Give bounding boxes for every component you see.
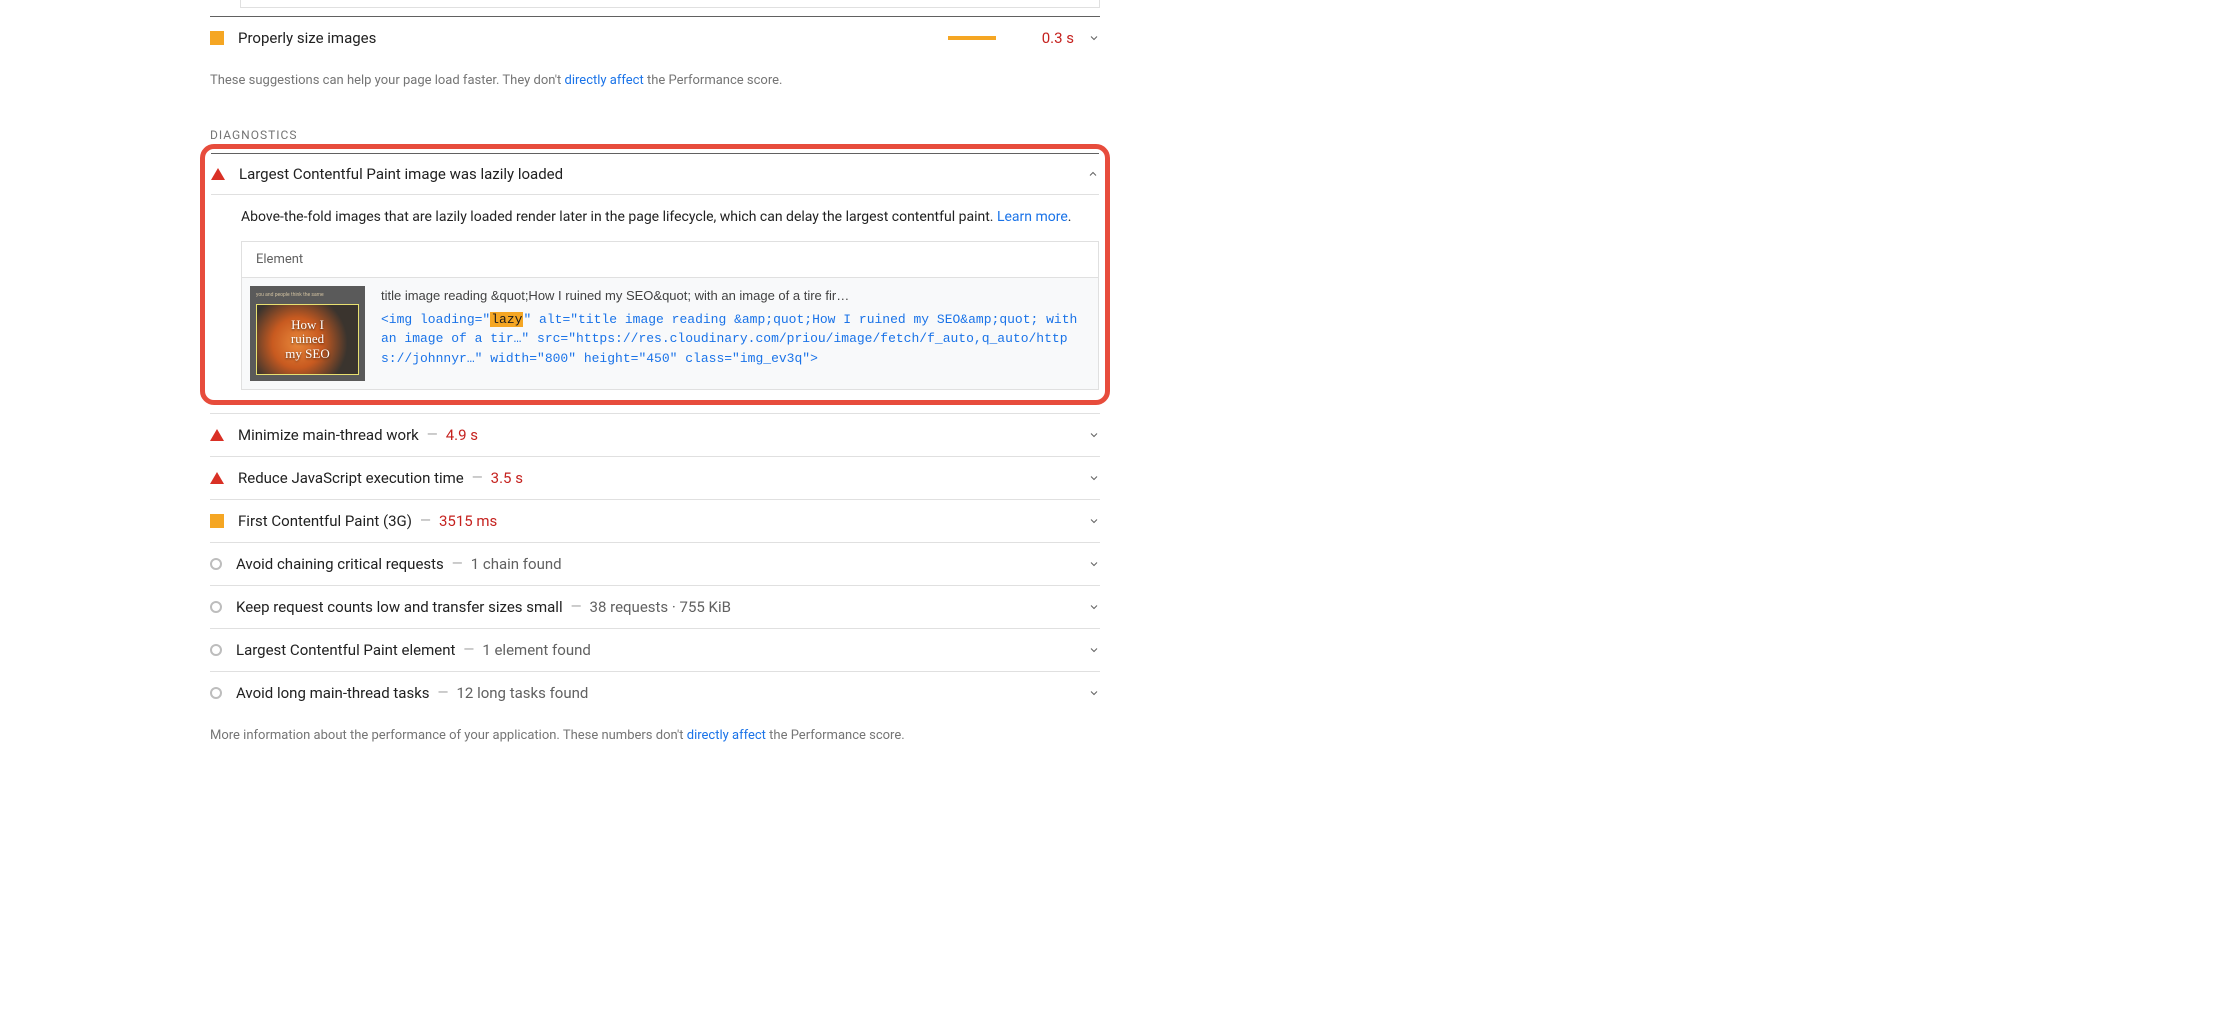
highlighted-audit-box: Largest Contentful Paint image was lazil…: [200, 144, 1110, 405]
metric-separator: —: [452, 556, 463, 572]
diagnostic-avoid-chaining-critical-requests[interactable]: Avoid chaining critical requests — 1 chain…: [210, 542, 1100, 585]
directly-affect-link-2[interactable]: directly affect: [687, 728, 766, 743]
circle-info-icon: [210, 601, 222, 613]
diagnostic-first-contentful-paint-3g[interactable]: First Contentful Paint (3G) — 3515 ms: [210, 499, 1100, 542]
triangle-error-icon: [210, 472, 224, 484]
chevron-down-icon: [1088, 32, 1100, 44]
diagnostic-title: Avoid chaining critical requests: [236, 555, 444, 573]
circle-info-icon: [210, 558, 222, 570]
chevron-down-icon: [1088, 429, 1100, 441]
element-column-header: Element: [242, 242, 1098, 278]
chevron-down-icon: [1088, 687, 1100, 699]
metric-separator: —: [472, 470, 483, 486]
opportunity-bar: [948, 36, 1028, 40]
chevron-down-icon: [1088, 558, 1100, 570]
metric-separator: —: [438, 685, 449, 701]
diagnostic-title: Reduce JavaScript execution time: [238, 469, 464, 487]
metric-separator: —: [571, 599, 582, 615]
directly-affect-link[interactable]: directly affect: [565, 73, 644, 88]
diagnostic-avoid-long-main-thread-tasks[interactable]: Avoid long main-thread tasks — 12 long tas…: [210, 671, 1100, 714]
square-warning-icon: [210, 31, 224, 45]
circle-info-icon: [210, 644, 222, 656]
snippet-alt-text: title image reading &quot;How I ruined m…: [381, 286, 1090, 306]
opportunity-properly-size-images[interactable]: Properly size images 0.3 s: [210, 16, 1100, 59]
metric-separator: —: [420, 513, 431, 529]
diagnostic-metric: 3.5 s: [491, 469, 523, 487]
triangle-error-icon: [211, 168, 225, 180]
diagnostic-title: Largest Contentful Paint image was lazil…: [239, 165, 563, 183]
opportunity-value: 0.3 s: [1042, 29, 1074, 47]
circle-info-icon: [210, 687, 222, 699]
chevron-down-icon: [1088, 472, 1100, 484]
element-snippet: title image reading &quot;How I ruined m…: [381, 286, 1090, 381]
diagnostic-largest-contentful-paint-element[interactable]: Largest Contentful Paint element — 1 eleme…: [210, 628, 1100, 671]
diagnostic-title: Avoid long main-thread tasks: [236, 684, 430, 702]
chevron-down-icon: [1088, 644, 1100, 656]
opportunities-footer: These suggestions can help your page loa…: [210, 73, 1100, 88]
diagnostic-title: Minimize main-thread work: [238, 426, 419, 444]
diagnostic-metric: 4.9 s: [446, 426, 478, 444]
diagnostic-metric: 3515 ms: [439, 512, 497, 530]
triangle-error-icon: [210, 429, 224, 441]
metric-separator: —: [463, 642, 474, 658]
diagnostic-expanded-body: Above-the-fold images that are lazily lo…: [211, 195, 1099, 390]
diagnostic-title: Keep request counts low and transfer siz…: [236, 598, 563, 616]
opportunity-title: Properly size images: [238, 29, 376, 47]
element-thumbnail: you and people think the same How I ruin…: [250, 286, 365, 381]
snippet-code: <img loading="lazy" alt="title image rea…: [381, 310, 1090, 369]
element-row: you and people think the same How I ruin…: [242, 278, 1098, 389]
chevron-down-icon: [1088, 515, 1100, 527]
diagnostic-metric: 12 long tasks found: [456, 684, 588, 702]
diagnostic-reduce-javascript-execution-time[interactable]: Reduce JavaScript execution time — 3.5 s: [210, 456, 1100, 499]
diagnostic-title: First Contentful Paint (3G): [238, 512, 412, 530]
diagnostic-lcp-lazy-loaded[interactable]: Largest Contentful Paint image was lazil…: [211, 153, 1099, 195]
chevron-down-icon: [1088, 601, 1100, 613]
lazy-highlight: lazy: [490, 312, 523, 327]
element-table: Element you and people think the same Ho…: [241, 241, 1099, 390]
square-warning-icon: [210, 514, 224, 528]
diagnostic-description: Above-the-fold images that are lazily lo…: [241, 209, 1099, 225]
chevron-up-icon: [1087, 168, 1099, 180]
learn-more-link[interactable]: Learn more: [997, 209, 1068, 225]
diagnostic-metric: 38 requests · 755 KiB: [590, 598, 731, 616]
diagnostic-title: Largest Contentful Paint element: [236, 641, 455, 659]
diagnostic-minimize-main-thread-work[interactable]: Minimize main-thread work — 4.9 s: [210, 413, 1100, 456]
diagnostics-header: DIAGNOSTICS: [210, 128, 1100, 142]
diagnostics-footer: More information about the performance o…: [210, 728, 1100, 743]
diagnostic-keep-request-counts-low-and-transfer-sizes-small[interactable]: Keep request counts low and transfer siz…: [210, 585, 1100, 628]
diagnostic-metric: 1 element found: [482, 641, 591, 659]
truncated-previous-audit: [240, 0, 1100, 8]
metric-separator: —: [427, 427, 438, 443]
diagnostic-metric: 1 chain found: [471, 555, 562, 573]
